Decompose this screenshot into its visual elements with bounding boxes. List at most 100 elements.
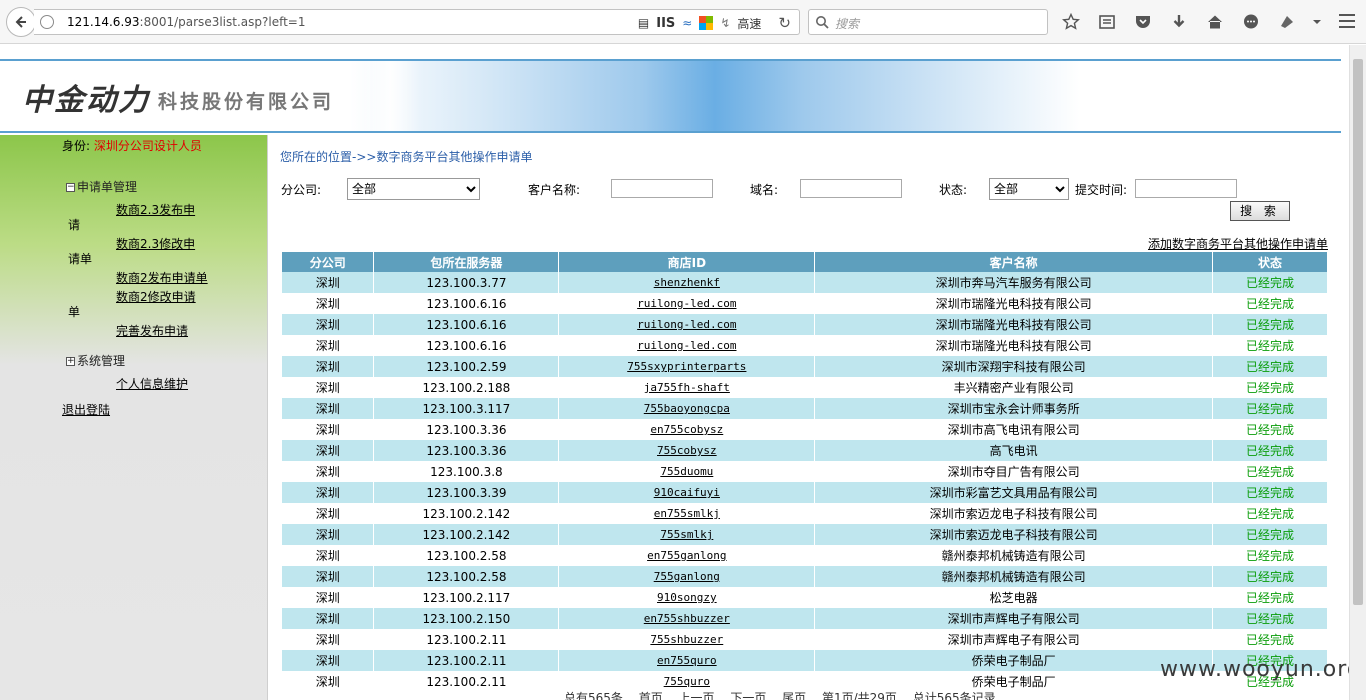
cell-shop-id[interactable]: 755shbuzzer xyxy=(558,629,816,650)
url-path: :8001/parse3list.asp?left=1 xyxy=(139,15,306,29)
cell-customer: 侨荣电子制品厂 xyxy=(814,650,1214,671)
user-identity: 身份: 深圳分公司设计人员 xyxy=(62,139,212,154)
cell-status: 已经完成 xyxy=(1212,356,1328,377)
back-button[interactable] xyxy=(6,7,36,37)
url-bar[interactable]: 121.14.6.93:8001/parse3list.asp?left=1 ▤… xyxy=(34,9,800,35)
identity-value: 深圳分公司设计人员 xyxy=(93,139,202,153)
sidebar-item-ds2-modify[interactable]: 数商2修改申请 xyxy=(116,288,196,305)
iis-label: IIS xyxy=(656,15,676,31)
sidebar-item-ds23-publish[interactable]: 数商2.3发布申 xyxy=(116,201,195,218)
identity-label: 身份: xyxy=(62,139,91,153)
customer-name-input[interactable] xyxy=(611,179,713,198)
customer-label: 客户名称: xyxy=(528,183,581,197)
banner-light-beam xyxy=(360,61,420,131)
add-request-link[interactable]: 添加数字商务平台其他操作申请单 xyxy=(1148,235,1328,252)
breadcrumb: 您所在的位置->>数字商务平台其他操作申请单 xyxy=(280,150,533,164)
col-customer: 客户名称 xyxy=(814,252,1214,272)
cell-customer: 深圳市瑞隆光电科技有限公司 xyxy=(814,314,1214,335)
cell-shop-id[interactable]: 755sxyprinterparts xyxy=(558,356,816,377)
cell-shop-id[interactable]: shenzhenkf xyxy=(558,272,816,293)
expand-toggle-icon[interactable]: + xyxy=(66,357,75,366)
cell-server: 123.100.6.16 xyxy=(373,293,560,314)
home-icon[interactable] xyxy=(1204,11,1226,33)
speed-label[interactable]: 高速 xyxy=(737,15,761,32)
scrollbar-thumb[interactable] xyxy=(1353,59,1363,605)
cell-server: 123.100.3.117 xyxy=(373,398,560,419)
table-row: 深圳 123.100.2.11 755shbuzzer 深圳市声辉电子有限公司 已经完成 xyxy=(282,629,1328,650)
cell-shop-id[interactable]: 755duomu xyxy=(558,461,816,482)
cell-server: 123.100.2.11 xyxy=(373,650,560,671)
sidebar-item-ds2-publish[interactable]: 数商2发布申请单 xyxy=(116,269,208,286)
table-row: 深圳 123.100.2.59 755sxyprinterparts 深圳市深翔宇科技… xyxy=(282,356,1328,377)
cell-branch: 深圳 xyxy=(282,629,375,650)
tree-group-applications[interactable]: − 申请单管理 xyxy=(66,178,137,195)
table-row: 深圳 123.100.3.77 shenzhenkf 深圳市奔马汽车服务有限公司 已经完… xyxy=(282,272,1328,293)
cell-shop-id[interactable]: en755smlkj xyxy=(558,503,816,524)
branch-select[interactable]: 全部 xyxy=(347,178,480,200)
tree-group-label[interactable]: 系统管理 xyxy=(77,354,125,368)
domain-input[interactable] xyxy=(800,179,902,198)
table-row: 深圳 123.100.6.16 ruilong-led.com 深圳市瑞隆光电科技有限… xyxy=(282,314,1328,335)
table-body: 深圳 123.100.3.77 shenzhenkf 深圳市奔马汽车服务有限公司 已经完… xyxy=(282,272,1328,692)
table-row: 深圳 123.100.2.58 en755ganlong 赣州泰邦机械铸造有限公司 已经… xyxy=(282,545,1328,566)
sidebar-item-ds23-publish-wrap[interactable]: 请 xyxy=(68,216,80,233)
url-host: 121.14.6.93 xyxy=(67,15,140,29)
sidebar-item-profile[interactable]: 个人信息维护 xyxy=(116,375,188,392)
cell-shop-id[interactable]: 755smlkj xyxy=(558,524,816,545)
cell-customer: 丰兴精密产业有限公司 xyxy=(814,377,1214,398)
cell-shop-id[interactable]: en755quro xyxy=(558,650,816,671)
reload-icon[interactable]: ↻ xyxy=(778,14,791,32)
cell-shop-id[interactable]: ja755fh-shaft xyxy=(558,377,816,398)
cell-shop-id[interactable]: ruilong-led.com xyxy=(558,314,816,335)
status-label: 状态: xyxy=(939,183,968,197)
sidebar-item-ds23-modify[interactable]: 数商2.3修改申 xyxy=(116,235,195,252)
collapse-toggle-icon[interactable]: − xyxy=(66,183,75,192)
hamburger-menu-icon[interactable] xyxy=(1338,12,1356,30)
cell-shop-id[interactable]: ruilong-led.com xyxy=(558,335,816,356)
tree-group-system[interactable]: + 系统管理 xyxy=(66,352,125,369)
dropdown-arrow-icon[interactable] xyxy=(1312,11,1322,33)
lightning-icon[interactable]: ↯ xyxy=(720,16,730,30)
cell-branch: 深圳 xyxy=(282,419,375,440)
cell-status: 已经完成 xyxy=(1212,566,1328,587)
logout-link[interactable]: 退出登陆 xyxy=(62,401,110,418)
vertical-scrollbar[interactable] xyxy=(1349,45,1366,700)
cell-shop-id[interactable]: 755baoyongcpa xyxy=(558,398,816,419)
cell-server: 123.100.2.142 xyxy=(373,503,560,524)
table-row: 深圳 123.100.3.39 910caifuyi 深圳市彩富艺文具用品有限公司 已经… xyxy=(282,482,1328,503)
cell-server: 123.100.2.58 xyxy=(373,545,560,566)
table-row: 深圳 123.100.2.188 ja755fh-shaft 丰兴精密产业有限公司 已经… xyxy=(282,377,1328,398)
cell-shop-id[interactable]: 910songzy xyxy=(558,587,816,608)
search-bar[interactable]: 搜索 xyxy=(808,9,1048,35)
reading-list-icon[interactable] xyxy=(1096,11,1118,33)
sidebar-item-ds2-modify-wrap[interactable]: 单 xyxy=(68,303,80,320)
pocket-icon[interactable] xyxy=(1132,11,1154,33)
cell-shop-id[interactable]: en755cobysz xyxy=(558,419,816,440)
cell-server: 123.100.3.77 xyxy=(373,272,560,293)
cell-server: 123.100.3.36 xyxy=(373,440,560,461)
table-row: 深圳 123.100.2.150 en755shbuzzer 深圳市声辉电子有限公司已… xyxy=(282,608,1328,629)
submit-time-input[interactable] xyxy=(1135,179,1237,198)
chat-icon[interactable] xyxy=(1240,11,1262,33)
table-row: 深圳 123.100.6.16 ruilong-led.com 深圳市瑞隆光电科技有限… xyxy=(282,335,1328,356)
cell-customer: 深圳市高飞电讯有限公司 xyxy=(814,419,1214,440)
extension-icon[interactable] xyxy=(1276,11,1298,33)
search-button[interactable]: 搜 索 xyxy=(1230,201,1290,221)
cell-shop-id[interactable]: en755shbuzzer xyxy=(558,608,816,629)
sidebar-item-ds23-modify-wrap[interactable]: 请单 xyxy=(68,250,92,267)
sidebar-item-complete-publish[interactable]: 完善发布申请 xyxy=(116,322,188,339)
tree-group-label[interactable]: 申请单管理 xyxy=(77,180,137,194)
cell-shop-id[interactable]: 910caifuyi xyxy=(558,482,816,503)
status-select[interactable]: 全部 xyxy=(989,178,1069,200)
url-text[interactable]: 121.14.6.93:8001/parse3list.asp?left=1 xyxy=(67,15,306,29)
reader-icon[interactable]: ▤ xyxy=(638,16,649,30)
cell-shop-id[interactable]: 755cobysz xyxy=(558,440,816,461)
bookmark-star-icon[interactable] xyxy=(1060,11,1082,33)
cell-status: 已经完成 xyxy=(1212,461,1328,482)
cell-shop-id[interactable]: en755ganlong xyxy=(558,545,816,566)
download-icon[interactable] xyxy=(1168,11,1190,33)
search-placeholder: 搜索 xyxy=(835,17,860,31)
cell-shop-id[interactable]: 755ganlong xyxy=(558,566,816,587)
cell-branch: 深圳 xyxy=(282,524,375,545)
cell-shop-id[interactable]: ruilong-led.com xyxy=(558,293,816,314)
